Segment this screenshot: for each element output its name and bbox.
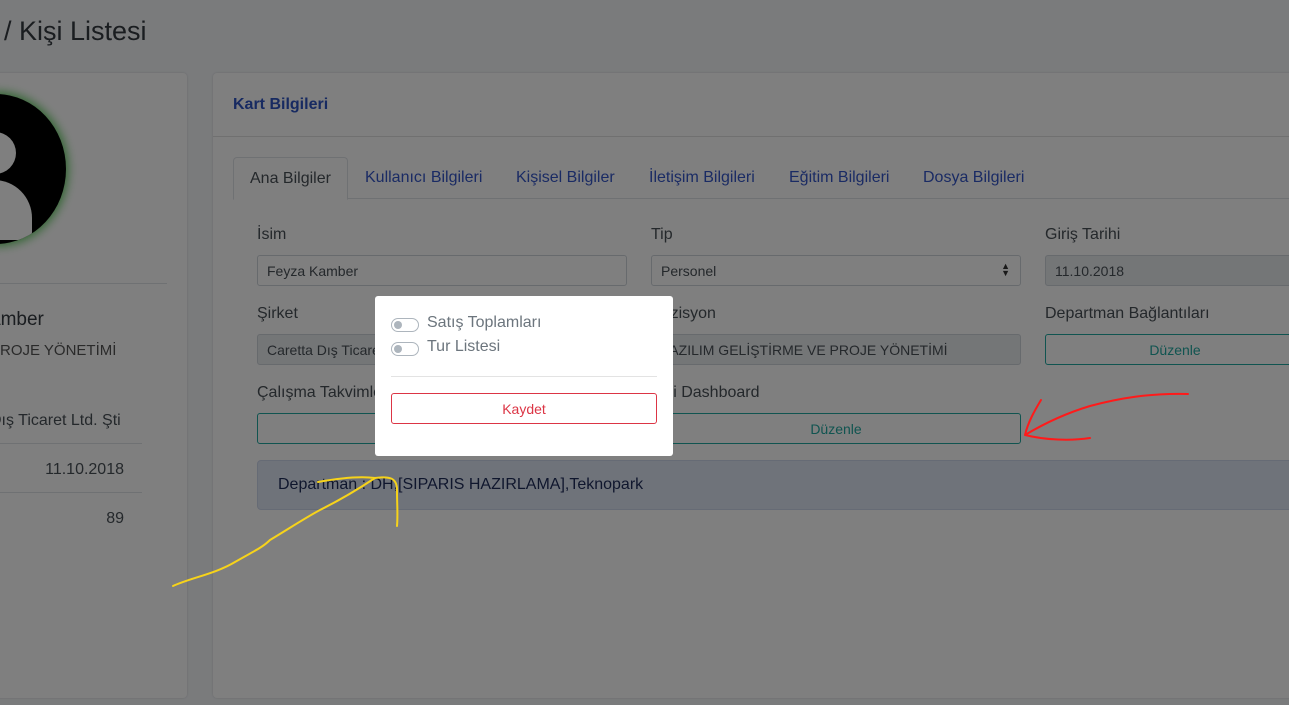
toggle-label: Tur Listesi — [427, 338, 501, 355]
permissions-modal: Satış Toplamları Tur Listesi Kaydet — [375, 296, 673, 456]
kaydet-button[interactable]: Kaydet — [391, 393, 657, 424]
toggle-label: Satış Toplamları — [427, 314, 542, 331]
toggle-switch[interactable] — [391, 342, 419, 356]
toggle-switch[interactable] — [391, 318, 419, 332]
modal-divider — [391, 376, 657, 377]
